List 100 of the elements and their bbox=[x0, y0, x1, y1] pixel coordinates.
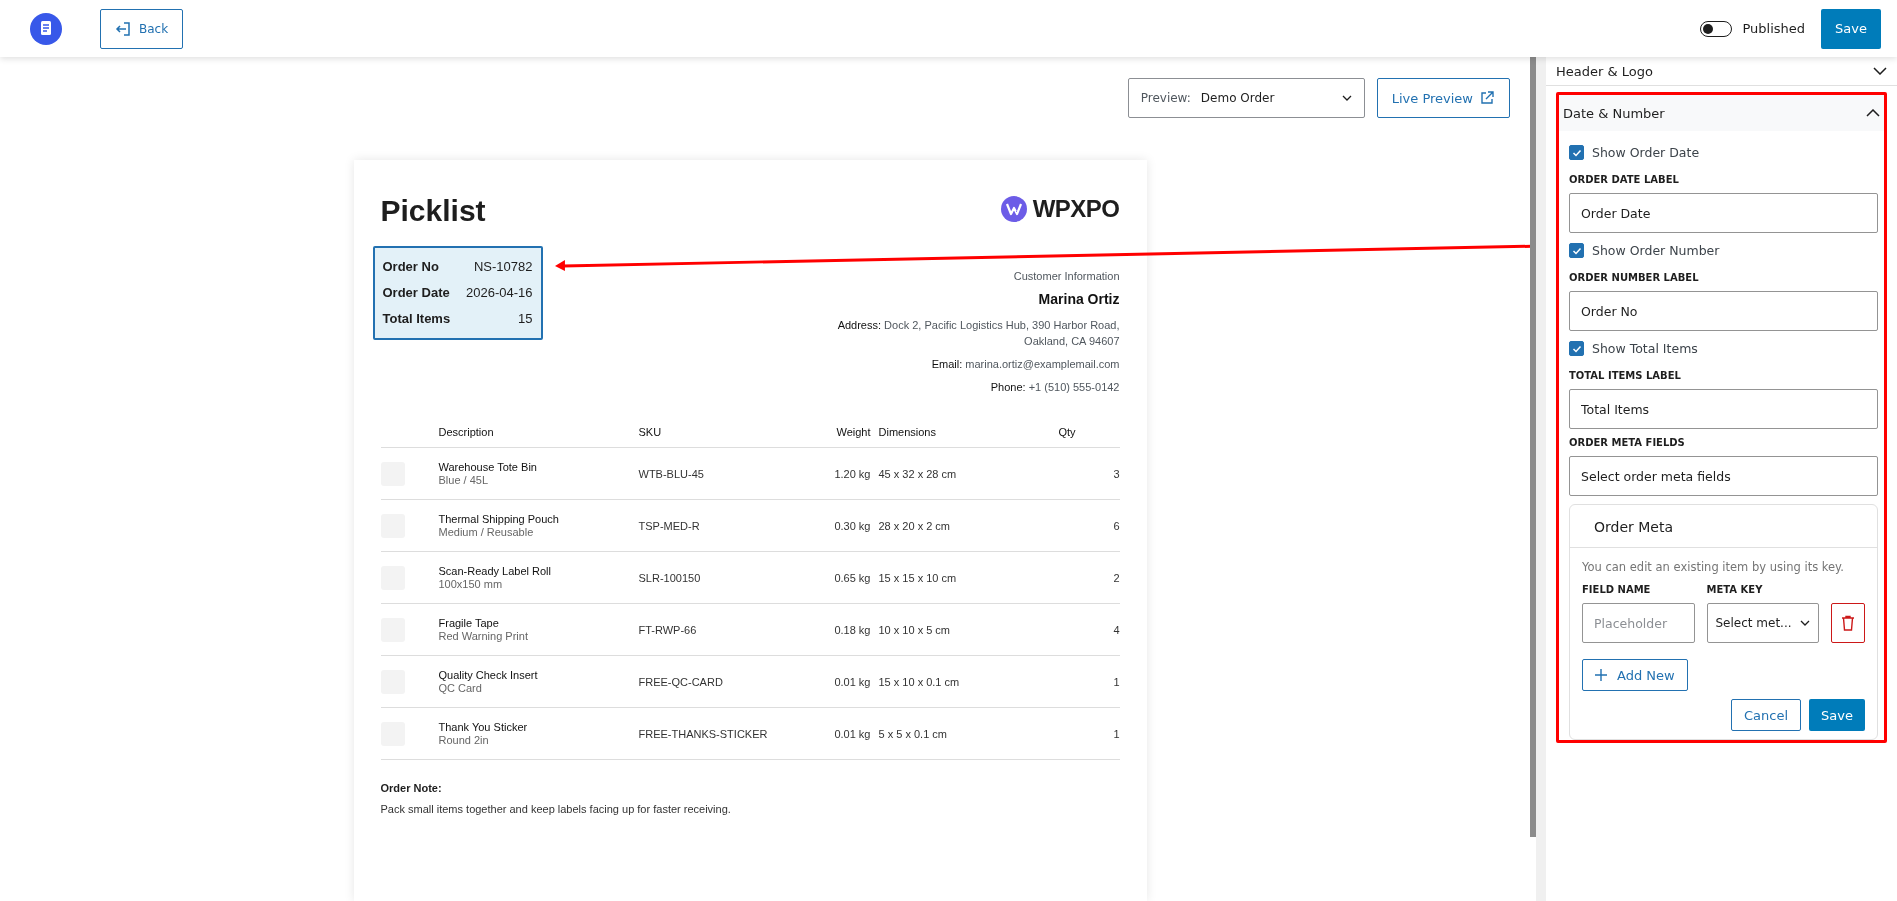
field-name-input[interactable]: Placeholder bbox=[1582, 603, 1695, 643]
field-label: META KEY bbox=[1706, 584, 1764, 595]
select-field[interactable]: Select order meta fields bbox=[1569, 456, 1878, 496]
product-variant: Medium / Reusable bbox=[438, 526, 535, 539]
product-variant: Red Warning Print bbox=[438, 630, 529, 643]
checkbox[interactable] bbox=[1569, 341, 1584, 356]
table-cell: 15 x 15 x 10 cm bbox=[878, 571, 957, 584]
order-note-text: Pack small items together and keep labels facing up for faster receiving. bbox=[380, 803, 732, 815]
table-cell: 0.65 kg bbox=[834, 571, 871, 584]
published-toggle[interactable] bbox=[1700, 20, 1733, 37]
table-cell: 0.01 kg bbox=[834, 727, 871, 740]
chevron-up-icon bbox=[1866, 109, 1880, 117]
field-label: ORDER DATE LABEL bbox=[1569, 174, 1680, 185]
column-header: Dimensions bbox=[878, 426, 1009, 448]
order-info-value: 2026-04-16 bbox=[466, 284, 533, 302]
table-cell: 5 x 5 x 0.1 cm bbox=[878, 727, 947, 740]
published-label: Published bbox=[1742, 21, 1806, 36]
customer-name: Marina Ortiz bbox=[1037, 291, 1120, 307]
trash-icon bbox=[1841, 615, 1855, 631]
product-name: Warehouse Tote Bin bbox=[438, 460, 538, 474]
table-cell: FT-RWP-66 bbox=[638, 623, 697, 636]
checkbox-label: Show Order Number bbox=[1592, 243, 1720, 258]
brand-name: WPXPO bbox=[1032, 195, 1120, 223]
product-name: Quality Check Insert bbox=[438, 668, 539, 682]
order-info-label: Order No bbox=[382, 258, 439, 276]
table-cell: 1 bbox=[1113, 727, 1120, 740]
text-field[interactable]: Total Items bbox=[1569, 389, 1878, 429]
customer-detail: Phone: +1 (510) 555-0142 bbox=[989, 380, 1120, 395]
back-arrow-icon bbox=[115, 20, 131, 37]
save-button[interactable]: Save bbox=[1821, 8, 1881, 49]
chevron-down-icon bbox=[1800, 620, 1810, 626]
product-variant: QC Card bbox=[438, 682, 483, 695]
plus-icon bbox=[1595, 669, 1607, 681]
checkbox-label: Show Total Items bbox=[1592, 341, 1698, 356]
preview-value: Demo Order bbox=[1200, 91, 1276, 105]
table-cell: 2 bbox=[1113, 571, 1120, 584]
save-button[interactable]: Save bbox=[1809, 699, 1865, 731]
checkbox[interactable] bbox=[1569, 243, 1584, 258]
product-variant: 100x150 mm bbox=[438, 578, 504, 591]
column-header: SKU bbox=[638, 426, 809, 448]
table-cell: SLR-100150 bbox=[638, 571, 701, 584]
order-info-value: NS-10782 bbox=[473, 258, 533, 276]
table-cell: TSP-MED-R bbox=[638, 519, 700, 532]
table-cell: 3 bbox=[1113, 467, 1120, 480]
customer-heading: Customer Information bbox=[1012, 270, 1120, 282]
column-header: Weight bbox=[808, 426, 879, 448]
document-title: Picklist bbox=[380, 194, 486, 228]
live-preview-button[interactable]: Live Preview bbox=[1376, 78, 1510, 118]
field-label: TOTAL ITEMS LABEL bbox=[1569, 370, 1682, 381]
meta-key-dropdown[interactable]: Select met... bbox=[1706, 603, 1819, 643]
text-field[interactable]: Order No bbox=[1569, 291, 1878, 331]
order-note-heading: Order Note: bbox=[380, 782, 443, 794]
table-cell: 45 x 32 x 28 cm bbox=[878, 467, 957, 480]
delete-button[interactable] bbox=[1831, 603, 1865, 643]
product-name: Scan-Ready Label Roll bbox=[438, 564, 552, 578]
cancel-button[interactable]: Cancel bbox=[1731, 699, 1802, 731]
text-field[interactable]: Order Date bbox=[1569, 193, 1878, 233]
field-label: ORDER NUMBER LABEL bbox=[1569, 272, 1700, 283]
table-cell: FREE-QC-CARD bbox=[638, 675, 723, 688]
field-label: FIELD NAME bbox=[1582, 584, 1652, 595]
app-logo-icon bbox=[30, 12, 62, 45]
preview-label: Preview: bbox=[1140, 91, 1191, 105]
column-header: Description bbox=[438, 426, 639, 448]
table-cell: 6 bbox=[1113, 519, 1120, 532]
table-cell: 0.18 kg bbox=[834, 623, 871, 636]
table-cell: 1 bbox=[1113, 675, 1120, 688]
order-info-label: Order Date bbox=[382, 284, 450, 302]
product-name: Fragile Tape bbox=[438, 616, 500, 630]
product-name: Thank You Sticker bbox=[438, 720, 529, 734]
table-cell: 1.20 kg bbox=[834, 467, 871, 480]
add-new-button[interactable]: Add New bbox=[1582, 659, 1688, 691]
table-cell: 15 x 10 x 0.1 cm bbox=[878, 675, 960, 688]
section-header[interactable]: Date & Number bbox=[1559, 95, 1884, 131]
product-variant: Round 2in bbox=[438, 734, 490, 747]
table-cell: WTB-BLU-45 bbox=[638, 467, 704, 480]
preview-dropdown[interactable]: Preview: Demo Order bbox=[1127, 78, 1365, 118]
order-info-value: 15 bbox=[518, 310, 533, 328]
column-header: Qty bbox=[1008, 426, 1120, 448]
card-title: Order Meta bbox=[1570, 505, 1877, 548]
brand-logo-icon bbox=[1000, 196, 1027, 222]
table-cell: 4 bbox=[1113, 623, 1120, 636]
back-button[interactable]: Back bbox=[100, 8, 184, 49]
customer-detail: Address: Dock 2, Pacific Logistics Hub, 390 Harbor Road, Oakland, CA 94607 bbox=[836, 318, 1120, 349]
table-cell: 0.30 kg bbox=[834, 519, 871, 532]
customer-detail: Email: marina.ortiz@examplemail.com bbox=[930, 357, 1120, 372]
checkbox[interactable] bbox=[1569, 145, 1584, 160]
scrollbar[interactable] bbox=[1530, 57, 1536, 837]
table-cell: FREE-THANKS-STICKER bbox=[638, 727, 768, 740]
table-cell: 10 x 10 x 5 cm bbox=[878, 623, 951, 636]
chevron-down-icon bbox=[1341, 95, 1352, 101]
chevron-down-icon bbox=[1873, 67, 1887, 75]
table-cell: 28 x 20 x 2 cm bbox=[878, 519, 951, 532]
hint-text: You can edit an existing item by using its key. bbox=[1582, 560, 1845, 574]
table-cell: 0.01 kg bbox=[834, 675, 871, 688]
external-link-icon bbox=[1479, 90, 1495, 106]
product-name: Thermal Shipping Pouch bbox=[438, 512, 560, 526]
order-info-label: Total Items bbox=[382, 310, 451, 328]
product-variant: Blue / 45L bbox=[438, 474, 490, 487]
checkbox-label: Show Order Date bbox=[1592, 145, 1700, 160]
field-label: ORDER META FIELDS bbox=[1569, 437, 1686, 448]
